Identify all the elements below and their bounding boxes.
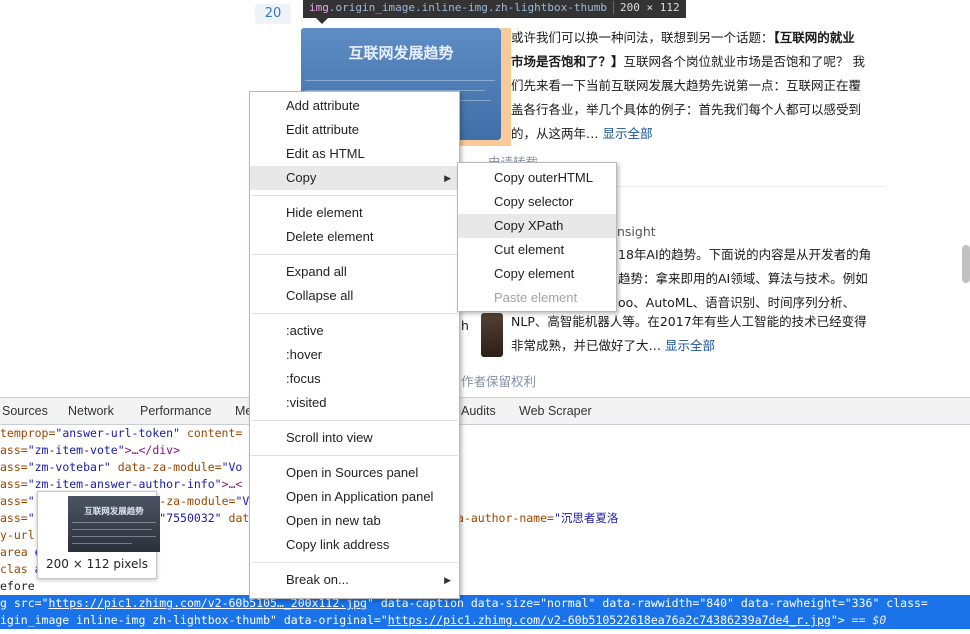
menu-item-collapse-all[interactable]: Collapse all (250, 284, 459, 308)
selected-dom-node-line[interactable]: g src="https://pic1.zhimg.com/v2-60b5105… (0, 595, 970, 612)
menu-separator (251, 254, 458, 255)
show-all-link[interactable]: 显示全部 (603, 126, 653, 141)
preview-image-title: 互联网发展趋势 (84, 507, 144, 517)
element-context-menu: Add attribute Edit attribute Edit as HTML C… (249, 91, 460, 599)
excerpt-line: 盖各行各业，举几个具体的例子：首先我们每个人都可以感受到 (511, 102, 862, 117)
menu-edge-char: h (461, 318, 469, 333)
submenu-item-copy-xpath[interactable]: Copy XPath (458, 214, 616, 238)
tooltip-tag: img (309, 1, 329, 14)
tooltip-dimensions: 200 × 112 (613, 1, 680, 14)
menu-item-edit-as-html[interactable]: Edit as HTML (250, 142, 459, 166)
tab-network[interactable]: Network (68, 404, 114, 418)
excerpt-line: 或许我们可以换一种问法，联想到另一个话题：【互联网的就业 (511, 30, 855, 45)
menu-separator (251, 420, 458, 421)
menu-item-edit-attribute[interactable]: Edit attribute (250, 118, 459, 142)
submenu-item-copy-element[interactable]: Copy element (458, 262, 616, 286)
excerpt-line: 市场是否饱和了？】互联网各个岗位就业市场是否饱和了呢？ 我 (511, 54, 865, 69)
excerpt-line: 18年AI的趋势。下面说的内容是从开发者的角 (618, 247, 872, 262)
tab-audits[interactable]: Audits (461, 404, 496, 418)
menu-item-open-in-new-tab[interactable]: Open in new tab (250, 509, 459, 533)
menu-item-break-on[interactable]: Break on... ▶ (250, 568, 459, 592)
answer-2-excerpt-bottom: NLP、高智能机器人等。在2017年有些人工智能的技术已经变得 非常成熟，并已做… (511, 310, 867, 358)
dom-tree-line[interactable]: ass="zm-votebar" data-za-module="Vo (0, 459, 970, 476)
page-scrollbar[interactable] (962, 245, 970, 283)
menu-item-scroll-into-view[interactable]: Scroll into view (250, 426, 459, 450)
submenu-item-copy-outerhtml[interactable]: Copy outerHTML (458, 166, 616, 190)
menu-item-focus[interactable]: :focus (250, 367, 459, 391)
answer-1-excerpt: 或许我们可以换一种问法，联想到另一个话题：【互联网的就业 市场是否饱和了？】互联… (511, 26, 865, 146)
menu-separator (251, 195, 458, 196)
answer-2-thumbnail[interactable] (481, 313, 503, 357)
menu-separator (251, 562, 458, 563)
copy-submenu: Copy outerHTML Copy selector Copy XPath Cut… (457, 162, 617, 312)
devtools-tab-bar: Sources Network Performance Me Audits We… (0, 398, 970, 425)
tab-web-scraper[interactable]: Web Scraper (519, 404, 592, 418)
submenu-item-cut-element[interactable]: Cut element (458, 238, 616, 262)
source-fragment: nsight (617, 224, 656, 239)
dom-tree-line[interactable]: ass="zm-item-vote">…</div> (0, 442, 970, 459)
dom-tree-line[interactable]: efore (0, 578, 970, 595)
menu-item-copy[interactable]: Copy ▶ (250, 166, 459, 190)
image-hover-preview: 互联网发展趋势 200 × 112 pixels (37, 491, 160, 579)
menu-item-expand-all[interactable]: Expand all (250, 260, 459, 284)
excerpt-line: 们先来看一下当前互联网发展大趋势先说第一点：互联网正在覆 (511, 78, 862, 93)
answer-2-excerpt-top: 18年AI的趋势。下面说的内容是从开发者的角 趋势：拿来即用的AI领域、算法与技… (618, 243, 871, 315)
tab-sources[interactable]: Sources (2, 404, 48, 418)
tooltip-arrow (316, 18, 328, 24)
menu-separator (251, 313, 458, 314)
tab-performance[interactable]: Performance (140, 404, 212, 418)
menu-item-copy-link-address[interactable]: Copy link address (250, 533, 459, 557)
excerpt-line: 非常成熟，并已做好了大… 显示全部 (511, 338, 716, 353)
excerpt-line: NLP、高智能机器人等。在2017年有些人工智能的技术已经变得 (511, 314, 867, 329)
menu-item-hide-element[interactable]: Hide element (250, 201, 459, 225)
menu-item-delete-element[interactable]: Delete element (250, 225, 459, 249)
inspect-element-tooltip: img.origin_image.inline-img.zh-lightbox-… (303, 0, 686, 18)
submenu-item-paste-element: Paste element (494, 290, 578, 305)
menu-item-visited[interactable]: :visited (250, 391, 459, 415)
menu-separator (251, 455, 458, 456)
vote-count-button[interactable]: 20 (255, 4, 291, 24)
thumbnail-title: 互联网发展趋势 (348, 44, 454, 62)
dom-tree-line[interactable]: temprop="answer-url-token" content= (0, 425, 970, 442)
menu-item-active[interactable]: :active (250, 319, 459, 343)
tooltip-classes: .origin_image.inline-img.zh-lightbox-thu… (328, 1, 608, 14)
show-all-link[interactable]: 显示全部 (665, 338, 715, 353)
submenu-arrow-icon: ▶ (444, 575, 451, 585)
menu-item-open-in-application-panel[interactable]: Open in Application panel (250, 485, 459, 509)
copyright-notice: 作者保留权利 (461, 374, 537, 389)
preview-image: 互联网发展趋势 (68, 496, 160, 552)
menu-item-hover[interactable]: :hover (250, 343, 459, 367)
menu-item-add-attribute[interactable]: Add attribute (250, 94, 459, 118)
menu-item-open-in-sources-panel[interactable]: Open in Sources panel (250, 461, 459, 485)
preview-caption: 200 × 112 pixels (46, 557, 148, 571)
submenu-arrow-icon: ▶ (444, 173, 451, 183)
excerpt-line: 趋势：拿来即用的AI领域、算法与技术。例如 (618, 271, 868, 286)
submenu-item-copy-selector[interactable]: Copy selector (458, 190, 616, 214)
selected-dom-node-line[interactable]: igin_image inline-img zh-lightbox-thumb"… (0, 612, 970, 629)
excerpt-line: 的，从这两年… 显示全部 (511, 126, 653, 141)
